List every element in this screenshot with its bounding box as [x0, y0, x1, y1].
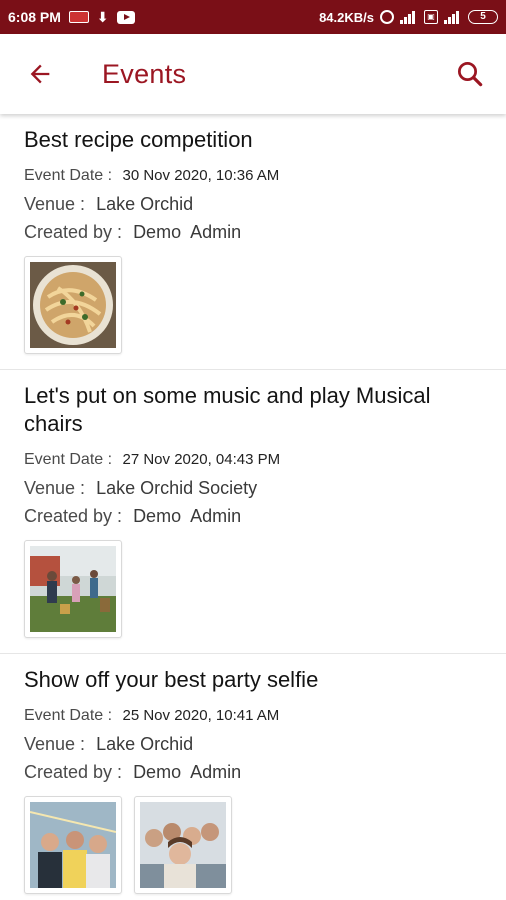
event-creator-row: Created by : Demo Admin	[24, 502, 482, 530]
event-photos	[24, 530, 482, 654]
venue-value: Lake Orchid	[96, 734, 194, 754]
signal-icon	[400, 10, 418, 24]
battery-icon: 5	[468, 10, 498, 24]
event-photo-thumbnail[interactable]	[24, 540, 122, 638]
status-time: 6:08 PM	[8, 9, 61, 25]
search-button[interactable]	[434, 34, 506, 114]
arrow-left-icon	[30, 64, 50, 84]
event-photo-thumbnail[interactable]	[24, 796, 122, 894]
created-by-label: Created by :	[24, 506, 128, 526]
venue-label: Venue :	[24, 734, 91, 754]
search-icon	[458, 62, 483, 87]
event-creator-row: Created by : Demo Admin	[24, 758, 482, 786]
event-date-row: Event Date : 30 Nov 2020, 10:36 AM	[24, 162, 482, 190]
event-date-row: Event Date : 27 Nov 2020, 04:43 PM	[24, 446, 482, 474]
page-title: Events	[102, 58, 187, 89]
selfie-group-image	[140, 802, 226, 888]
event-card[interactable]: Best recipe competition Event Date : 30 …	[0, 114, 506, 370]
alarm-icon	[380, 10, 394, 24]
back-button[interactable]	[0, 34, 80, 114]
event-photos	[24, 246, 482, 370]
youtube-icon	[116, 10, 135, 24]
venue-value: Lake Orchid	[96, 194, 194, 214]
status-bar: 6:08 PM ⬇ 84.2KB/s ▣ 5	[0, 0, 506, 34]
signal-4g-icon	[444, 10, 462, 24]
created-by-label: Created by :	[24, 762, 128, 782]
event-title: Let's put on some music and play Musical…	[24, 383, 431, 436]
venue-label: Venue :	[24, 478, 91, 498]
download-icon: ⬇	[96, 9, 109, 25]
created-by-value: Demo Admin	[133, 222, 242, 242]
event-date-value: 27 Nov 2020, 04:43 PM	[122, 451, 281, 468]
network-speed: 84.2KB/s	[319, 9, 374, 25]
created-by-label: Created by :	[24, 222, 128, 242]
venue-label: Venue :	[24, 194, 91, 214]
event-creator-row: Created by : Demo Admin	[24, 218, 482, 246]
venue-value: Lake Orchid Society	[96, 478, 258, 498]
event-venue-row: Venue : Lake Orchid	[24, 730, 482, 758]
event-photo-thumbnail[interactable]	[24, 256, 122, 354]
event-date-label: Event Date :	[24, 451, 117, 468]
event-date-row: Event Date : 25 Nov 2020, 10:41 AM	[24, 702, 482, 730]
event-date-label: Event Date :	[24, 167, 117, 184]
event-photo-thumbnail[interactable]	[134, 796, 232, 894]
app-bar: Events	[0, 34, 506, 114]
event-date-value: 30 Nov 2020, 10:36 AM	[122, 167, 280, 184]
event-card[interactable]: Let's put on some music and play Musical…	[0, 370, 506, 654]
event-date-label: Event Date :	[24, 707, 117, 724]
event-venue-row: Venue : Lake Orchid	[24, 190, 482, 218]
volte-icon: ▣	[424, 10, 438, 24]
pasta-dish-image	[30, 262, 116, 348]
musical-chairs-image	[30, 546, 116, 632]
notification-icon	[68, 11, 89, 23]
event-title: Best recipe competition	[24, 127, 253, 152]
event-card[interactable]: Show off your best party selfie Event Da…	[0, 654, 506, 900]
created-by-value: Demo Admin	[133, 762, 242, 782]
event-venue-row: Venue : Lake Orchid Society	[24, 474, 482, 502]
created-by-value: Demo Admin	[133, 506, 242, 526]
event-photos	[24, 786, 482, 900]
event-date-value: 25 Nov 2020, 10:41 AM	[122, 707, 280, 724]
event-list: Best recipe competition Event Date : 30 …	[0, 114, 506, 900]
event-title: Show off your best party selfie	[24, 667, 319, 692]
party-group-image	[30, 802, 116, 888]
